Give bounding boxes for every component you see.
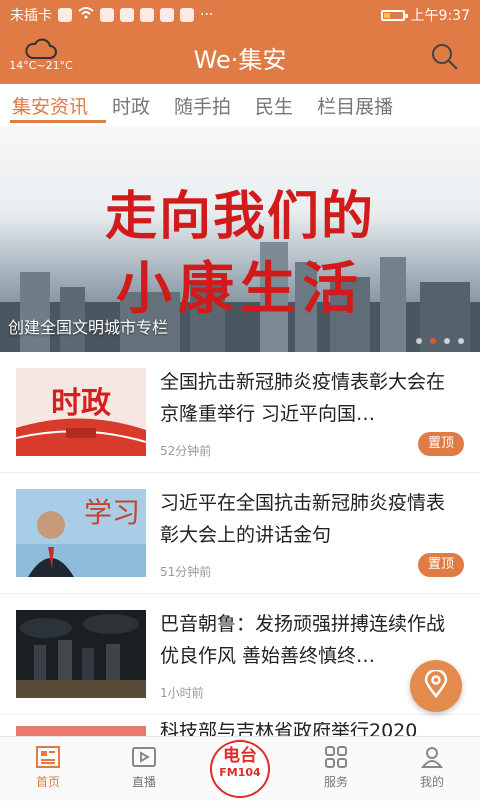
carousel-indicator bbox=[416, 338, 464, 344]
user-icon bbox=[384, 745, 480, 769]
news-title: 习近平在全国抗击新冠肺炎疫情表彰大会上的讲话金句 bbox=[160, 492, 446, 546]
tab-politics[interactable]: 时政 bbox=[100, 92, 162, 119]
carrier-label: 未插卡 bbox=[10, 8, 52, 24]
tab-programs[interactable]: 栏目展播 bbox=[305, 92, 405, 119]
news-item[interactable]: 巴音朝鲁：发扬顽强拼搏连续作战优良作风 善始善终慎终… 1小时前 bbox=[0, 594, 480, 715]
news-thumbnail bbox=[16, 610, 146, 698]
nav-home[interactable]: 首页 bbox=[0, 745, 96, 790]
nav-me[interactable]: 我的 bbox=[384, 745, 480, 790]
wifi-icon bbox=[78, 7, 94, 23]
nav-home-label: 首页 bbox=[35, 775, 60, 789]
notification-icon bbox=[140, 8, 154, 22]
clock: 上午9:37 bbox=[410, 8, 470, 24]
news-time: 1小时前 bbox=[160, 686, 204, 700]
more-icon: ··· bbox=[200, 7, 214, 23]
location-fab[interactable] bbox=[410, 660, 462, 712]
app-header: 14°C~21°C We·集安 bbox=[0, 30, 480, 84]
news-thumbnail: 时政 bbox=[16, 368, 146, 456]
news-thumbnail: 学习 bbox=[16, 489, 146, 577]
carousel-dot bbox=[444, 338, 450, 344]
pinned-badge: 置顶 bbox=[417, 432, 464, 456]
thumbnail-text: 学习 bbox=[83, 496, 140, 529]
news-title: 巴音朝鲁：发扬顽强拼搏连续作战优良作风 善始善终慎终… bbox=[160, 613, 446, 667]
search-icon bbox=[430, 44, 460, 76]
banner-headline-line1: 走向我们的 bbox=[104, 186, 375, 247]
active-tab-indicator bbox=[10, 120, 106, 123]
news-time: 52分钟前 bbox=[160, 444, 212, 458]
news-title: 全国抗击新冠肺炎疫情表彰大会在京隆重举行 习近平向国… bbox=[160, 371, 446, 425]
news-item-partial[interactable]: 科技部与吉林省政府举行2020 bbox=[0, 722, 480, 736]
status-bar: 未插卡 ··· 上午9:37 bbox=[0, 0, 480, 30]
nav-live-label: 直播 bbox=[131, 775, 156, 789]
grid-icon bbox=[288, 745, 384, 769]
carousel-dot bbox=[458, 338, 464, 344]
nav-me-label: 我的 bbox=[419, 775, 444, 789]
radio-fm-button[interactable]: 电台 FM104 bbox=[210, 740, 270, 798]
notification-icon bbox=[100, 8, 114, 22]
carousel-dot bbox=[416, 338, 422, 344]
search-button[interactable] bbox=[430, 42, 460, 72]
carousel-dot-active bbox=[430, 338, 436, 344]
news-item[interactable]: 学习 习近平在全国抗击新冠肺炎疫情表彰大会上的讲话金句 51分钟前 置顶 bbox=[0, 473, 480, 594]
banner-carousel[interactable]: 走向我们的 小康生活 创建全国文明城市专栏 bbox=[0, 126, 480, 352]
tab-snapshots[interactable]: 随手拍 bbox=[162, 92, 243, 119]
news-thumbnail bbox=[16, 726, 146, 736]
notification-icon bbox=[180, 8, 194, 22]
pinned-badge: 置顶 bbox=[417, 553, 464, 577]
tab-livelihood[interactable]: 民生 bbox=[243, 92, 305, 119]
radio-frequency: FM104 bbox=[219, 766, 261, 779]
nav-live[interactable]: 直播 bbox=[96, 745, 192, 790]
notification-icon bbox=[160, 8, 174, 22]
live-icon bbox=[96, 745, 192, 769]
thumbnail-text: 时政 bbox=[51, 386, 111, 421]
banner-caption: 创建全国文明城市专栏 bbox=[8, 318, 169, 337]
news-item[interactable]: 时政 全国抗击新冠肺炎疫情表彰大会在京隆重举行 习近平向国… 52分钟前 置顶 bbox=[0, 352, 480, 473]
battery-icon bbox=[380, 9, 408, 21]
banner-headline-line2: 小康生活 bbox=[116, 256, 364, 322]
app-title: We·集安 bbox=[193, 46, 287, 74]
news-title: 科技部与吉林省政府举行2020 bbox=[160, 722, 418, 736]
location-pin-icon bbox=[424, 668, 448, 702]
nav-services[interactable]: 服务 bbox=[288, 745, 384, 790]
sim-icon bbox=[58, 8, 72, 22]
nav-services-label: 服务 bbox=[323, 775, 348, 789]
radio-label: 电台 bbox=[223, 746, 257, 766]
notification-icon bbox=[120, 8, 134, 22]
tab-jian-news[interactable]: 集安资讯 bbox=[0, 92, 100, 119]
news-list: 时政 全国抗击新冠肺炎疫情表彰大会在京隆重举行 习近平向国… 52分钟前 置顶 … bbox=[0, 352, 480, 715]
home-icon bbox=[0, 745, 96, 769]
news-time: 51分钟前 bbox=[160, 565, 212, 579]
